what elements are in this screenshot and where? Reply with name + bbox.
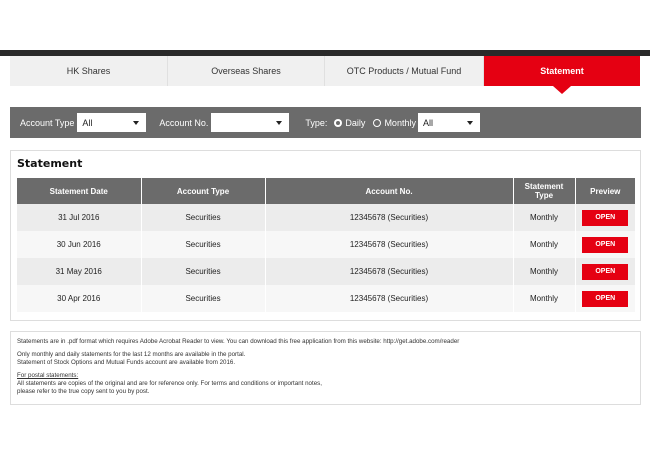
monthly-radio-label: Monthly — [384, 117, 416, 128]
open-button[interactable]: OPEN — [582, 263, 629, 280]
cell-statement-type: Monthly — [513, 204, 576, 231]
cell-date: 31 Jul 2016 — [17, 204, 142, 231]
statement-panel: Statement Statement Date Account Type Ac… — [10, 150, 641, 321]
cell-date: 30 Apr 2016 — [17, 285, 142, 312]
table-row: 31 Jul 2016 Securities 12345678 (Securit… — [17, 204, 635, 231]
account-type-value: All — [82, 117, 93, 128]
cell-account-type: Securities — [141, 204, 266, 231]
tab-bar: HK Shares Overseas Shares OTC Products /… — [10, 56, 640, 94]
cell-statement-type: Monthly — [513, 285, 576, 312]
header-account-no: Account No. — [265, 178, 514, 204]
note-postal-line1: All statements are copies of the origina… — [17, 380, 322, 387]
cell-account-no: 12345678 (Securities) — [265, 204, 514, 231]
note-pdf-info: Statements are in .pdf format which requ… — [17, 338, 460, 345]
account-no-label: Account No. — [159, 117, 209, 128]
account-type-select[interactable]: All — [77, 113, 147, 132]
cell-statement-type: Monthly — [513, 231, 576, 258]
header-account-type: Account Type — [141, 178, 266, 204]
tab-statement[interactable]: Statement — [484, 56, 640, 94]
tab-overseas-shares[interactable]: Overseas Shares — [168, 56, 325, 86]
filter-bar: Account Type All Account No. Type: Daily… — [10, 107, 641, 138]
cell-account-type: Securities — [141, 258, 266, 285]
header-statement-type: Statement Type — [513, 178, 576, 204]
period-select[interactable]: All — [417, 113, 480, 132]
account-no-select[interactable] — [211, 113, 290, 132]
cell-preview: OPEN — [575, 258, 635, 285]
radio-selected-icon — [334, 118, 343, 127]
tab-otc-mutual-fund[interactable]: OTC Products / Mutual Fund — [325, 56, 484, 86]
daily-radio-label: Daily — [345, 117, 366, 128]
cell-preview: OPEN — [575, 231, 635, 258]
table-row: 30 Jun 2016 Securities 12345678 (Securit… — [17, 231, 635, 258]
daily-radio[interactable]: Daily — [334, 118, 365, 128]
cell-account-no: 12345678 (Securities) — [265, 231, 514, 258]
tab-statement-label: Statement — [540, 66, 584, 76]
tab-hk-shares[interactable]: HK Shares — [10, 56, 168, 86]
note-stock-options: Statement of Stock Options and Mutual Fu… — [17, 359, 236, 366]
period-value: All — [422, 117, 433, 128]
table-row: 30 Apr 2016 Securities 12345678 (Securit… — [17, 285, 635, 312]
notes-panel: Statements are in .pdf format which requ… — [10, 331, 641, 405]
header-preview: Preview — [575, 178, 635, 204]
radio-unselected-icon — [373, 118, 382, 127]
chevron-down-icon — [133, 121, 140, 125]
cell-account-type: Securities — [141, 231, 266, 258]
cell-account-type: Securities — [141, 285, 266, 312]
cell-date: 31 May 2016 — [17, 258, 142, 285]
active-tab-pointer-icon — [553, 86, 571, 94]
cell-account-no: 12345678 (Securities) — [265, 258, 514, 285]
open-button[interactable]: OPEN — [582, 290, 629, 307]
type-label: Type: — [305, 117, 328, 128]
cell-date: 30 Jun 2016 — [17, 231, 142, 258]
table-row: 31 May 2016 Securities 12345678 (Securit… — [17, 258, 635, 285]
chevron-down-icon — [276, 121, 283, 125]
note-postal-heading: For postal statements: — [17, 372, 79, 379]
statement-table: Statement Date Account Type Account No. … — [17, 178, 635, 312]
note-postal-line2: please refer to the true copy sent to yo… — [17, 388, 150, 395]
account-type-label: Account Type — [20, 117, 75, 128]
cell-preview: OPEN — [575, 285, 635, 312]
note-availability: Only monthly and daily statements for th… — [17, 351, 246, 358]
cell-statement-type: Monthly — [513, 258, 576, 285]
cell-preview: OPEN — [575, 204, 635, 231]
header-statement-date: Statement Date — [17, 178, 142, 204]
monthly-radio[interactable]: Monthly — [373, 118, 416, 128]
table-header-row: Statement Date Account Type Account No. … — [17, 178, 635, 204]
cell-account-no: 12345678 (Securities) — [265, 285, 514, 312]
open-button[interactable]: OPEN — [582, 236, 629, 253]
open-button[interactable]: OPEN — [582, 209, 629, 226]
chevron-down-icon — [466, 121, 473, 125]
statement-title: Statement — [17, 157, 83, 170]
